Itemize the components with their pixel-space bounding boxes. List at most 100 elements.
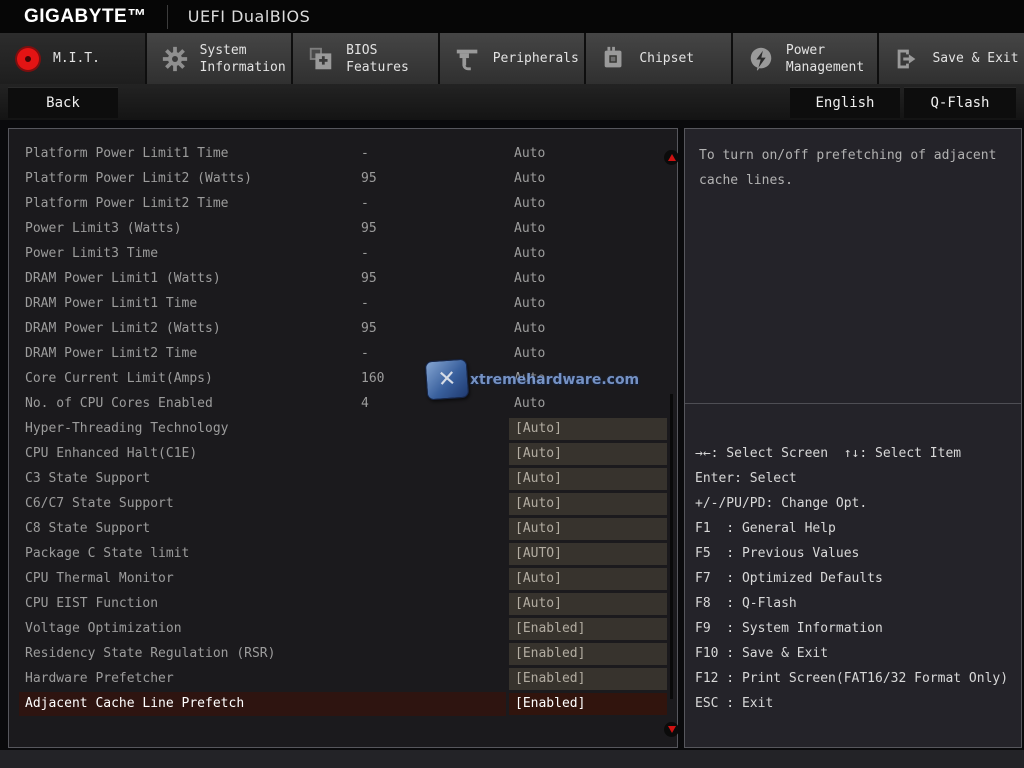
gigabyte-logo: GIGABYTE™ bbox=[0, 6, 147, 28]
tab-label: BIOS Features bbox=[346, 42, 438, 76]
settings-list: Platform Power Limit1 Time-Auto Platform … bbox=[9, 142, 677, 717]
setting-value-box[interactable]: [Enabled] bbox=[509, 643, 667, 665]
top-title-bar: GIGABYTE™ UEFI DualBIOS bbox=[0, 0, 1024, 33]
setting-auto-value: Auto bbox=[514, 146, 545, 161]
settings-row[interactable]: DRAM Power Limit1 Time-Auto bbox=[9, 292, 677, 317]
settings-row[interactable]: Voltage Optimization [Enabled] bbox=[9, 617, 677, 642]
setting-value-box[interactable]: [Auto] bbox=[509, 418, 667, 440]
setting-value-box[interactable]: [Auto] bbox=[509, 568, 667, 590]
setting-label: DRAM Power Limit2 (Watts) bbox=[25, 321, 221, 336]
language-button[interactable]: English bbox=[790, 87, 900, 118]
tab-label: Peripherals bbox=[493, 50, 579, 67]
setting-label: Package C State limit bbox=[25, 546, 189, 561]
setting-label: DRAM Power Limit1 Time bbox=[25, 296, 197, 311]
setting-current-value: 95 bbox=[361, 321, 377, 336]
tab-chipset[interactable]: Chipset bbox=[586, 33, 731, 84]
shortcut-line: F7 : Optimized Defaults bbox=[695, 566, 1021, 591]
settings-row[interactable]: Hardware Prefetcher [Enabled] bbox=[9, 667, 677, 692]
settings-row[interactable]: C3 State Support[Auto] bbox=[9, 467, 677, 492]
setting-value-box[interactable]: [Auto] bbox=[509, 493, 667, 515]
settings-row[interactable]: DRAM Power Limit2 (Watts) 95 Auto bbox=[9, 317, 677, 342]
settings-row[interactable]: Platform Power Limit2 (Watts)95Auto bbox=[9, 167, 677, 192]
setting-value-box[interactable]: [Enabled] bbox=[509, 693, 667, 715]
mit-red-dot-icon bbox=[12, 43, 44, 75]
settings-row[interactable]: Platform Power Limit1 Time-Auto bbox=[9, 142, 677, 167]
setting-label: No. of CPU Cores Enabled bbox=[25, 396, 213, 411]
bios-features-icon bbox=[305, 43, 337, 75]
scroll-down-icon[interactable] bbox=[664, 722, 679, 737]
settings-row[interactable]: Package C State limit [AUTO] bbox=[9, 542, 677, 567]
settings-row[interactable]: Hyper-Threading Technology[Auto] bbox=[9, 417, 677, 442]
setting-value-box[interactable]: [AUTO] bbox=[509, 543, 667, 565]
chipset-icon bbox=[598, 43, 630, 75]
setting-label: Residency State Regulation (RSR) bbox=[25, 646, 275, 661]
setting-auto-value: Auto bbox=[514, 171, 545, 186]
setting-value-box[interactable]: [Auto] bbox=[509, 468, 667, 490]
settings-row[interactable]: C6/C7 State Support [Auto] bbox=[9, 492, 677, 517]
setting-auto-value: Auto bbox=[514, 246, 545, 261]
setting-label: Adjacent Cache Line Prefetch bbox=[25, 696, 244, 711]
settings-row[interactable]: Power Limit3 Time - Auto bbox=[9, 242, 677, 267]
back-button[interactable]: Back bbox=[8, 87, 118, 118]
setting-value-box[interactable]: [Enabled] bbox=[509, 668, 667, 690]
setting-label: CPU EIST Function bbox=[25, 596, 158, 611]
tab-bios-features[interactable]: BIOS Features bbox=[293, 33, 438, 84]
settings-row[interactable]: CPU Enhanced Halt(C1E)[Auto] bbox=[9, 442, 677, 467]
shortcut-line: ESC : Exit bbox=[695, 691, 1021, 716]
setting-auto-value: Auto bbox=[514, 346, 545, 361]
setting-value-box[interactable]: [Auto] bbox=[509, 593, 667, 615]
setting-label: DRAM Power Limit1 (Watts) bbox=[25, 271, 221, 286]
setting-label: C6/C7 State Support bbox=[25, 496, 174, 511]
setting-auto-value: Auto bbox=[514, 196, 545, 211]
setting-label: Power Limit3 (Watts) bbox=[25, 221, 182, 236]
tab-power-management[interactable]: Power Management bbox=[733, 33, 878, 84]
settings-row[interactable]: DRAM Power Limit1 (Watts)95Auto bbox=[9, 267, 677, 292]
setting-label: DRAM Power Limit2 Time bbox=[25, 346, 197, 361]
setting-current-value: 4 bbox=[361, 396, 369, 411]
page-title: UEFI DualBIOS bbox=[188, 7, 310, 26]
tab-label: Power Management bbox=[786, 42, 878, 76]
settings-row[interactable]: Residency State Regulation (RSR) [Enabled… bbox=[9, 642, 677, 667]
bottom-strip bbox=[0, 750, 1024, 768]
power-bolt-icon bbox=[745, 43, 777, 75]
setting-label: Power Limit3 Time bbox=[25, 246, 158, 261]
settings-row[interactable]: CPU Thermal Monitor [Auto] bbox=[9, 567, 677, 592]
shortcut-line: +/-/PU/PD: Change Opt. bbox=[695, 491, 1021, 516]
setting-value-box[interactable]: [Auto] bbox=[509, 443, 667, 465]
setting-current-value: 160 bbox=[361, 371, 384, 386]
tab-bar: M.I.T. System Information BIOS Features Per… bbox=[0, 33, 1024, 84]
info-panel-divider bbox=[685, 403, 1021, 404]
settings-row[interactable]: C8 State Support[Auto] bbox=[9, 517, 677, 542]
shortcut-line: →←: Select Screen ↑↓: Select Item bbox=[695, 441, 1021, 466]
tab-mit[interactable]: M.I.T. bbox=[0, 33, 145, 84]
setting-current-value: - bbox=[361, 346, 369, 361]
tab-save-exit[interactable]: Save & Exit bbox=[879, 33, 1024, 84]
tab-system-information[interactable]: System Information bbox=[147, 33, 292, 84]
settings-row[interactable]: CPU EIST Function [Auto] bbox=[9, 592, 677, 617]
setting-value-box[interactable]: [Auto] bbox=[509, 518, 667, 540]
tab-label: Save & Exit bbox=[932, 50, 1018, 67]
peripherals-icon bbox=[452, 43, 484, 75]
toolbar: Back English Q-Flash bbox=[0, 84, 1024, 120]
setting-label: Voltage Optimization bbox=[25, 621, 182, 636]
setting-label: Platform Power Limit2 Time bbox=[25, 196, 229, 211]
settings-row[interactable]: Power Limit3 (Watts)95Auto bbox=[9, 217, 677, 242]
settings-row[interactable]: Adjacent Cache Line Prefetch [Enabled] bbox=[9, 692, 677, 717]
setting-current-value: - bbox=[361, 296, 369, 311]
setting-label: Hardware Prefetcher bbox=[25, 671, 174, 686]
scroll-up-icon[interactable] bbox=[664, 150, 679, 165]
setting-auto-value: Auto bbox=[514, 321, 545, 336]
qflash-button[interactable]: Q-Flash bbox=[904, 87, 1016, 118]
scrollbar[interactable] bbox=[670, 394, 673, 699]
setting-value-box[interactable]: [Enabled] bbox=[509, 618, 667, 640]
titlebar-divider bbox=[167, 5, 168, 29]
tab-label: System Information bbox=[200, 42, 292, 76]
help-text: To turn on/off prefetching of adjacent c… bbox=[699, 143, 1009, 193]
settings-row[interactable]: Platform Power Limit2 Time-Auto bbox=[9, 192, 677, 217]
shortcut-line: F9 : System Information bbox=[695, 616, 1021, 641]
setting-auto-value: Auto bbox=[514, 221, 545, 236]
tab-peripherals[interactable]: Peripherals bbox=[440, 33, 585, 84]
setting-label: CPU Thermal Monitor bbox=[25, 571, 174, 586]
setting-current-value: - bbox=[361, 246, 369, 261]
setting-current-value: 95 bbox=[361, 171, 377, 186]
